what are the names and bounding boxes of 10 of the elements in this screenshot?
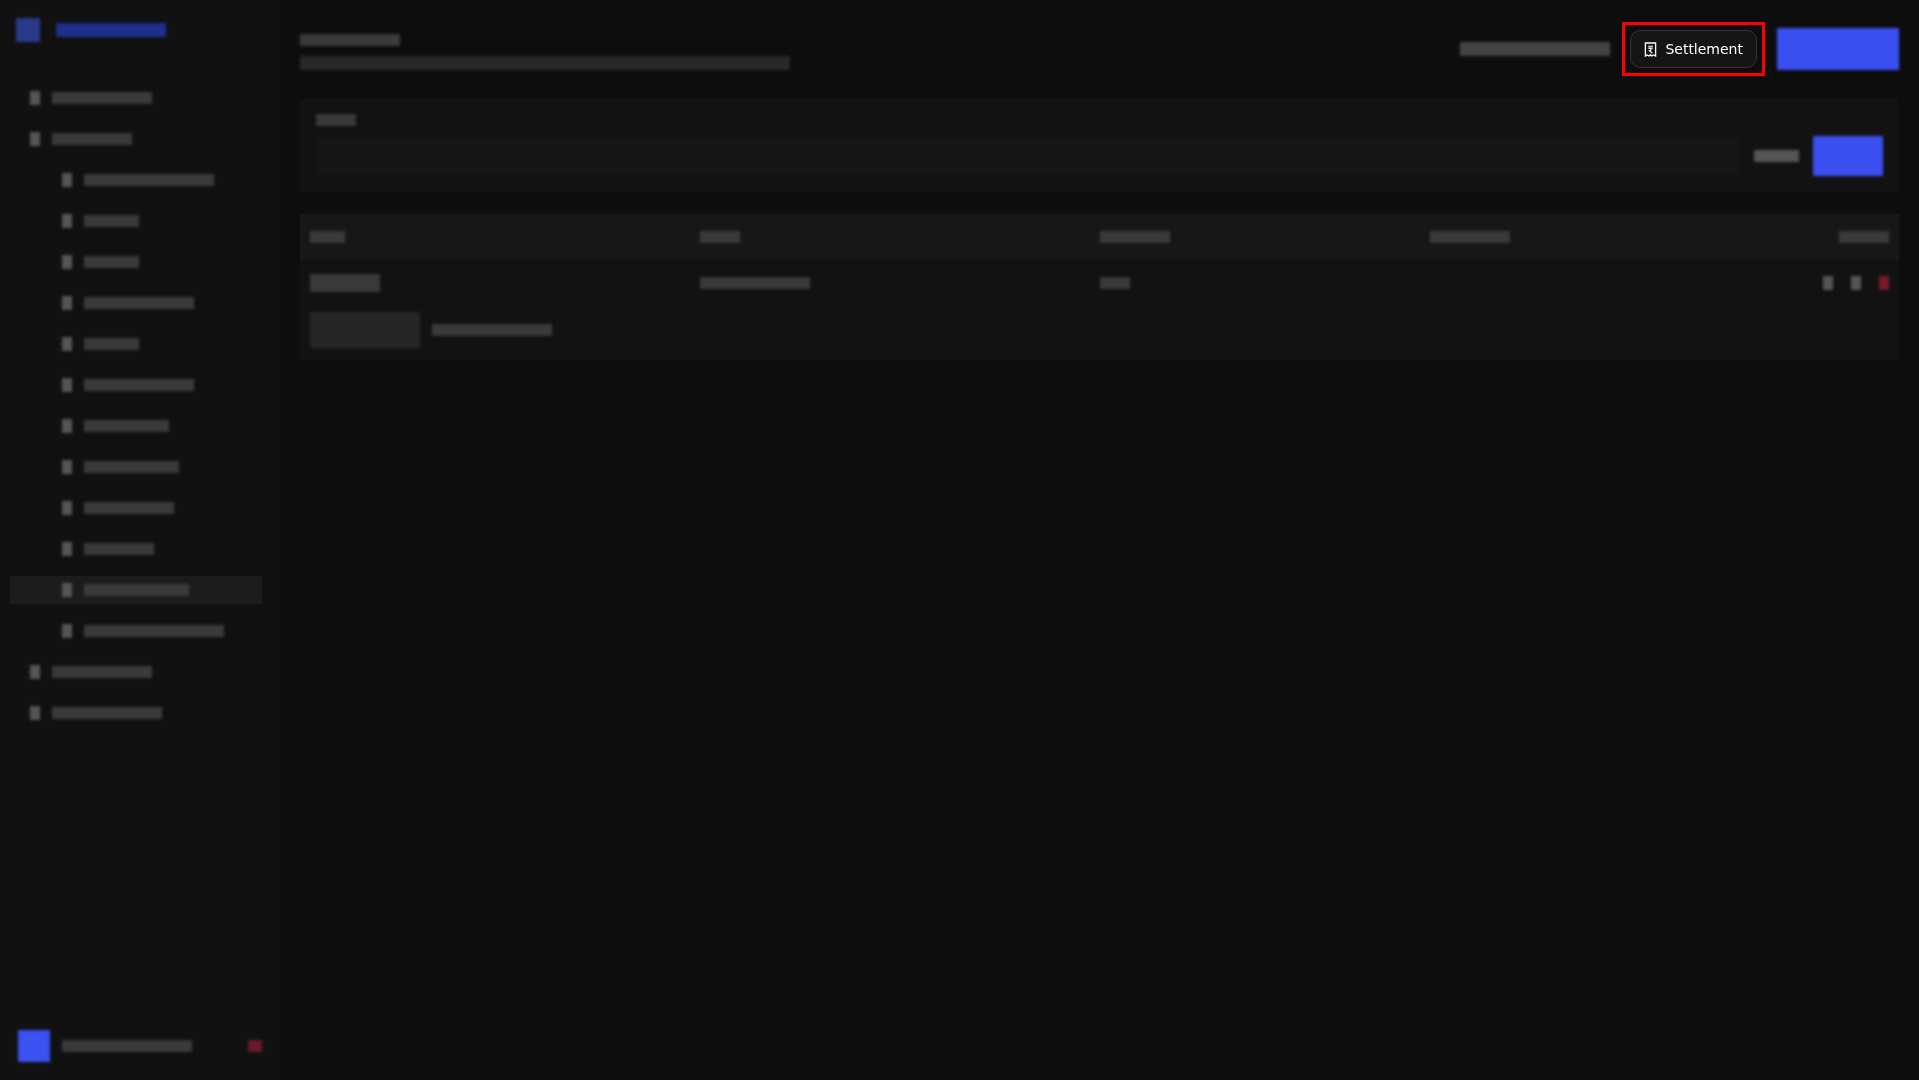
blurred-button[interactable] [1754,150,1799,162]
avatar [18,1030,50,1062]
receipt-icon [1644,41,1658,57]
blurred-button[interactable] [1813,136,1883,176]
blurred-button[interactable] [1777,28,1899,70]
settlement-button[interactable]: Settlement [1630,30,1757,68]
blurred-button[interactable] [1460,42,1611,56]
blurred-logo [16,18,40,42]
blurred-icon [248,1040,262,1052]
active-nav-item[interactable] [10,576,262,604]
